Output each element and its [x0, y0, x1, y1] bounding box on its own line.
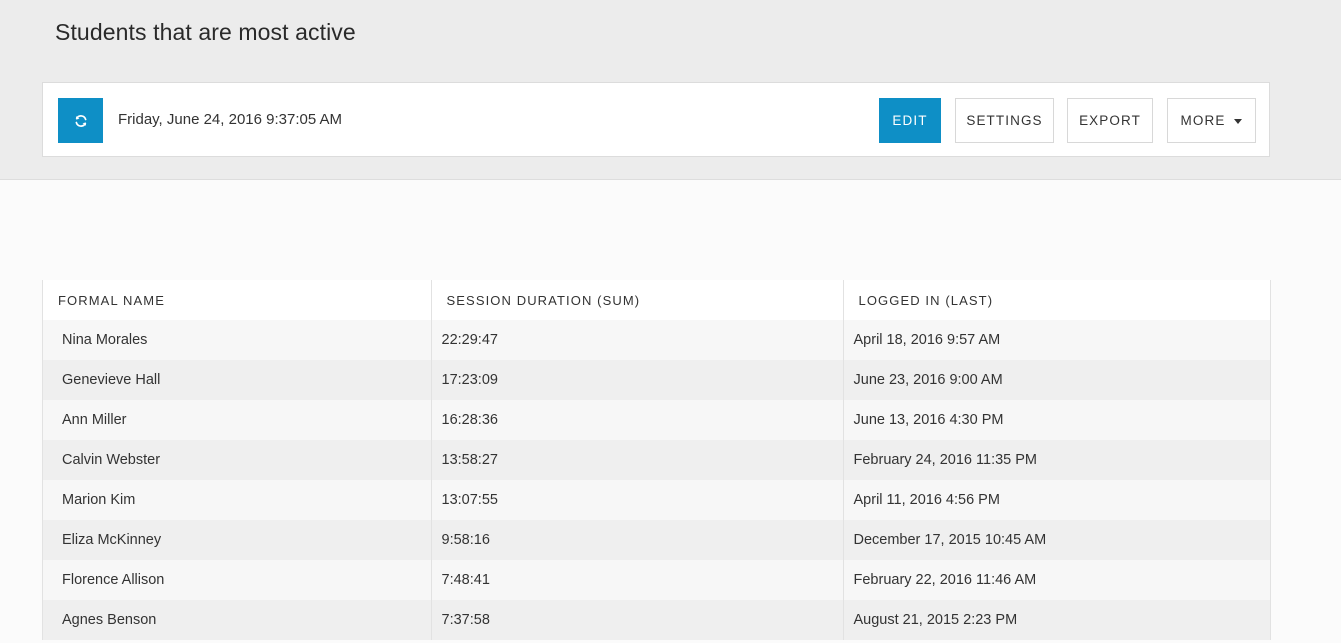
cell-session-duration: 9:58:16	[430, 520, 843, 560]
table-header-row: FORMAL NAME SESSION DURATION (SUM) LOGGE…	[43, 280, 1270, 320]
refresh-icon	[74, 114, 88, 128]
edit-button[interactable]: EDIT	[879, 98, 941, 143]
export-button[interactable]: EXPORT	[1067, 98, 1153, 143]
cell-formal-name: Nina Morales	[43, 320, 431, 360]
cell-formal-name: Eliza McKinney	[43, 520, 431, 560]
page-title: Students that are most active	[55, 19, 356, 45]
column-header-formal-name[interactable]: FORMAL NAME	[43, 280, 431, 320]
report-toolbar: Friday, June 24, 2016 9:37:05 AM EDIT SE…	[42, 82, 1270, 157]
cell-formal-name: Marion Kim	[43, 480, 431, 520]
cell-logged-in: February 24, 2016 11:35 PM	[842, 440, 1270, 480]
table-row: Calvin Webster 13:58:27 February 24, 201…	[43, 440, 1270, 480]
cell-session-duration: 22:29:47	[430, 320, 843, 360]
table-row: Florence Allison 7:48:41 February 22, 20…	[43, 560, 1270, 600]
refresh-button[interactable]	[58, 98, 103, 143]
export-button-label: EXPORT	[1079, 113, 1141, 128]
edit-button-label: EDIT	[892, 113, 928, 128]
cell-session-duration: 13:58:27	[430, 440, 843, 480]
table-row: Nina Morales 22:29:47 April 18, 2016 9:5…	[43, 320, 1270, 360]
cell-session-duration: 17:23:09	[430, 360, 843, 400]
caret-down-icon	[1234, 118, 1243, 124]
settings-button-label: SETTINGS	[966, 113, 1043, 128]
cell-formal-name: Calvin Webster	[43, 440, 431, 480]
cell-formal-name: Agnes Benson	[43, 600, 431, 640]
report-header: Students that are most active Friday, Ju…	[0, 0, 1341, 180]
cell-logged-in: April 11, 2016 4:56 PM	[842, 480, 1270, 520]
cell-logged-in: June 13, 2016 4:30 PM	[842, 400, 1270, 440]
cell-logged-in: August 21, 2015 2:23 PM	[842, 600, 1270, 640]
table-row: Eliza McKinney 9:58:16 December 17, 2015…	[43, 520, 1270, 560]
results-table: FORMAL NAME SESSION DURATION (SUM) LOGGE…	[43, 280, 1270, 640]
cell-session-duration: 13:07:55	[430, 480, 843, 520]
table-row: Agnes Benson 7:37:58 August 21, 2015 2:2…	[43, 600, 1270, 640]
more-dropdown-button[interactable]: MORE	[1167, 98, 1256, 143]
table-row: Marion Kim 13:07:55 April 11, 2016 4:56 …	[43, 480, 1270, 520]
cell-session-duration: 16:28:36	[430, 400, 843, 440]
cell-logged-in: April 18, 2016 9:57 AM	[842, 320, 1270, 360]
cell-logged-in: February 22, 2016 11:46 AM	[842, 560, 1270, 600]
cell-logged-in: June 23, 2016 9:00 AM	[842, 360, 1270, 400]
cell-logged-in: December 17, 2015 10:45 AM	[842, 520, 1270, 560]
column-header-session-duration[interactable]: SESSION DURATION (SUM)	[430, 280, 843, 320]
table-row: Genevieve Hall 17:23:09 June 23, 2016 9:…	[43, 360, 1270, 400]
column-header-logged-in[interactable]: LOGGED IN (LAST)	[842, 280, 1270, 320]
results-table-container: FORMAL NAME SESSION DURATION (SUM) LOGGE…	[42, 280, 1271, 640]
cell-formal-name: Genevieve Hall	[43, 360, 431, 400]
cell-formal-name: Ann Miller	[43, 400, 431, 440]
table-row: Ann Miller 16:28:36 June 13, 2016 4:30 P…	[43, 400, 1270, 440]
last-refreshed-timestamp: Friday, June 24, 2016 9:37:05 AM	[118, 111, 343, 128]
settings-button[interactable]: SETTINGS	[955, 98, 1054, 143]
cell-session-duration: 7:37:58	[430, 600, 843, 640]
cell-session-duration: 7:48:41	[430, 560, 843, 600]
cell-formal-name: Florence Allison	[43, 560, 431, 600]
more-button-label: MORE	[1180, 113, 1226, 128]
